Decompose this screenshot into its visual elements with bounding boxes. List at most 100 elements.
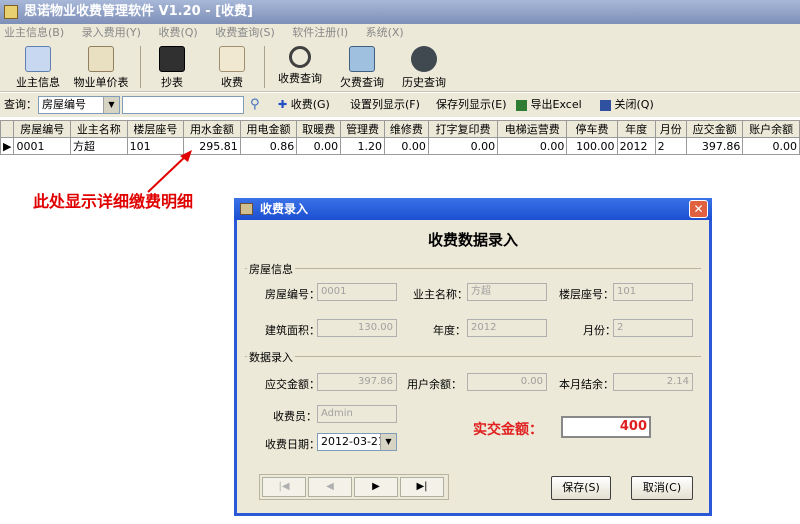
close-button[interactable]: 关闭(Q) (600, 93, 654, 117)
area-field[interactable]: 130.00 (317, 319, 397, 337)
col-header[interactable]: 用水金额 (183, 120, 241, 138)
cashier-label: 收费员： (273, 410, 317, 423)
window-titlebar: 思诺物业收费管理软件 V1.20 - [收费] (0, 0, 800, 24)
col-header[interactable]: 月份 (654, 120, 687, 138)
toolbar-meter-reading-label: 抄表 (161, 76, 183, 89)
menu-input-fees[interactable]: 录入费用(Y) (82, 26, 141, 39)
toolbar-owner-info-label: 业主信息 (16, 76, 60, 89)
price-table-icon (88, 46, 114, 72)
balance-label: 用户余额： (407, 378, 462, 391)
year-label: 年度： (433, 324, 466, 337)
toolbar-owner-info[interactable]: 业主信息 (10, 44, 66, 90)
row-pointer-icon: ▶ (0, 137, 15, 155)
toolbar-history-query[interactable]: 历史查询 (396, 44, 452, 90)
table-cell[interactable]: 0.00 (296, 137, 342, 155)
col-header[interactable]: 用电金额 (239, 120, 298, 138)
exit-icon (600, 99, 611, 111)
col-header[interactable]: 楼层座号 (126, 120, 185, 138)
data-entry-group: 数据录入 (245, 349, 701, 365)
query-text-input[interactable] (122, 96, 244, 114)
col-header[interactable]: 取暖费 (296, 120, 342, 138)
menu-charge[interactable]: 收费(Q) (158, 26, 197, 39)
date-label: 收费日期： (265, 438, 320, 451)
month-field[interactable]: 2 (613, 319, 693, 337)
col-header[interactable]: 年度 (616, 120, 656, 138)
menu-system[interactable]: 系统(X) (366, 26, 404, 39)
toolbar-price-table[interactable]: 物业单价表 (70, 44, 132, 90)
table-cell[interactable]: 方超 (70, 137, 128, 155)
first-record-button[interactable]: |◀ (262, 477, 306, 497)
close-icon[interactable]: ✕ (689, 200, 708, 218)
floor-label: 楼层座号： (559, 288, 614, 301)
menu-owner[interactable]: 业主信息(B) (4, 26, 64, 39)
col-header[interactable]: 电梯运营费 (497, 120, 568, 138)
col-header[interactable]: 应交金额 (685, 120, 744, 138)
toolbar-charge-query[interactable]: 收费查询 (272, 44, 328, 90)
cashier-field[interactable]: Admin (317, 405, 397, 423)
query-field-value: 房屋编号 (42, 98, 86, 111)
chevron-down-icon: ▼ (380, 434, 396, 450)
col-header[interactable]: 维修费 (384, 120, 429, 138)
balance-field[interactable]: 0.00 (467, 373, 547, 391)
paid-amount-input[interactable]: 400 (561, 416, 651, 438)
next-record-button[interactable]: ▶ (354, 477, 398, 497)
toolbar-arrears-query[interactable]: 欠费查询 (334, 44, 390, 90)
main-toolbar: 业主信息 物业单价表 抄表 收费 收费查询 欠费查询 历史查询 (0, 42, 800, 92)
table-cell[interactable]: 397.86 (685, 137, 744, 155)
save-columns-button[interactable]: 保存列显示(E) (436, 93, 507, 117)
col-header[interactable]: 房屋编号 (13, 120, 72, 138)
menu-charge-query[interactable]: 收费查询(S) (215, 26, 275, 39)
arrears-icon (349, 46, 375, 72)
toolbar-charge-query-label: 收费查询 (278, 72, 322, 85)
table-cell[interactable]: 0.00 (384, 137, 429, 155)
search-icon[interactable]: ⚲ (250, 93, 260, 117)
set-columns-button[interactable]: 设置列显示(F) (350, 93, 420, 117)
table-cell[interactable]: 0.00 (497, 137, 568, 155)
date-value: 2012-03-21 (321, 435, 385, 448)
table-cell[interactable]: 100.00 (566, 137, 618, 155)
dialog-heading: 收费数据录入 (427, 231, 518, 249)
save-button[interactable]: 保存(S) (551, 476, 611, 500)
app-icon (4, 5, 18, 19)
year-field[interactable]: 2012 (467, 319, 547, 337)
col-header[interactable]: 管理费 (340, 120, 385, 138)
table-row[interactable]: ▶ 0001 方超 101 295.81 0.86 0.00 1.20 0.00… (0, 137, 800, 155)
dialog-title: 收费录入 (260, 202, 309, 216)
table-cell[interactable]: 0.00 (427, 137, 499, 155)
meter-reading-icon (159, 46, 185, 72)
house-no-field[interactable]: 0001 (317, 283, 397, 301)
table-cell[interactable]: 0001 (13, 137, 72, 155)
col-header[interactable]: 停车费 (566, 120, 618, 138)
close-button-label: 关闭(Q) (614, 98, 654, 111)
table-cell[interactable]: 2 (654, 137, 687, 155)
charge-button-label: 收费(G) (290, 98, 330, 111)
col-header[interactable]: 账户余额 (742, 120, 800, 138)
paid-amount-label: 实交金额： (473, 422, 543, 438)
prev-record-button[interactable]: ◀ (308, 477, 352, 497)
query-field-select[interactable]: 房屋编号 ▼ (38, 96, 120, 114)
menu-register[interactable]: 软件注册(I) (292, 26, 348, 39)
date-picker[interactable]: 2012-03-21 ▼ (317, 433, 397, 451)
charge-button[interactable]: ✚ 收费(G) (278, 93, 330, 117)
table-cell[interactable]: 1.20 (340, 137, 385, 155)
menu-bar: 业主信息(B) 录入费用(Y) 收费(Q) 收费查询(S) 软件注册(I) 系统… (0, 24, 800, 42)
col-header[interactable]: 打字复印费 (427, 120, 499, 138)
cancel-button[interactable]: 取消(C) (631, 476, 693, 500)
export-excel-button[interactable]: 导出Excel (516, 93, 582, 117)
charge-icon (219, 46, 245, 72)
house-info-group: 房屋信息 (245, 261, 701, 277)
last-record-button[interactable]: ▶| (400, 477, 444, 497)
table-cell[interactable]: 0.00 (742, 137, 800, 155)
toolbar-charge[interactable]: 收费 (210, 44, 254, 90)
record-navigator: |◀ ◀ ▶ ▶| (259, 474, 449, 500)
carry-field[interactable]: 2.14 (613, 373, 693, 391)
owner-field[interactable]: 方超 (467, 283, 547, 301)
row-indicator-header (0, 120, 15, 138)
table-header-row: 房屋编号 业主名称 楼层座号 用水金额 用电金额 取暖费 管理费 维修费 打字复… (0, 120, 800, 138)
toolbar-meter-reading[interactable]: 抄表 (150, 44, 194, 90)
table-cell[interactable]: 2012 (616, 137, 656, 155)
col-header[interactable]: 业主名称 (70, 120, 128, 138)
floor-field[interactable]: 101 (613, 283, 693, 301)
table-cell[interactable]: 0.86 (239, 137, 298, 155)
due-field[interactable]: 397.86 (317, 373, 397, 391)
